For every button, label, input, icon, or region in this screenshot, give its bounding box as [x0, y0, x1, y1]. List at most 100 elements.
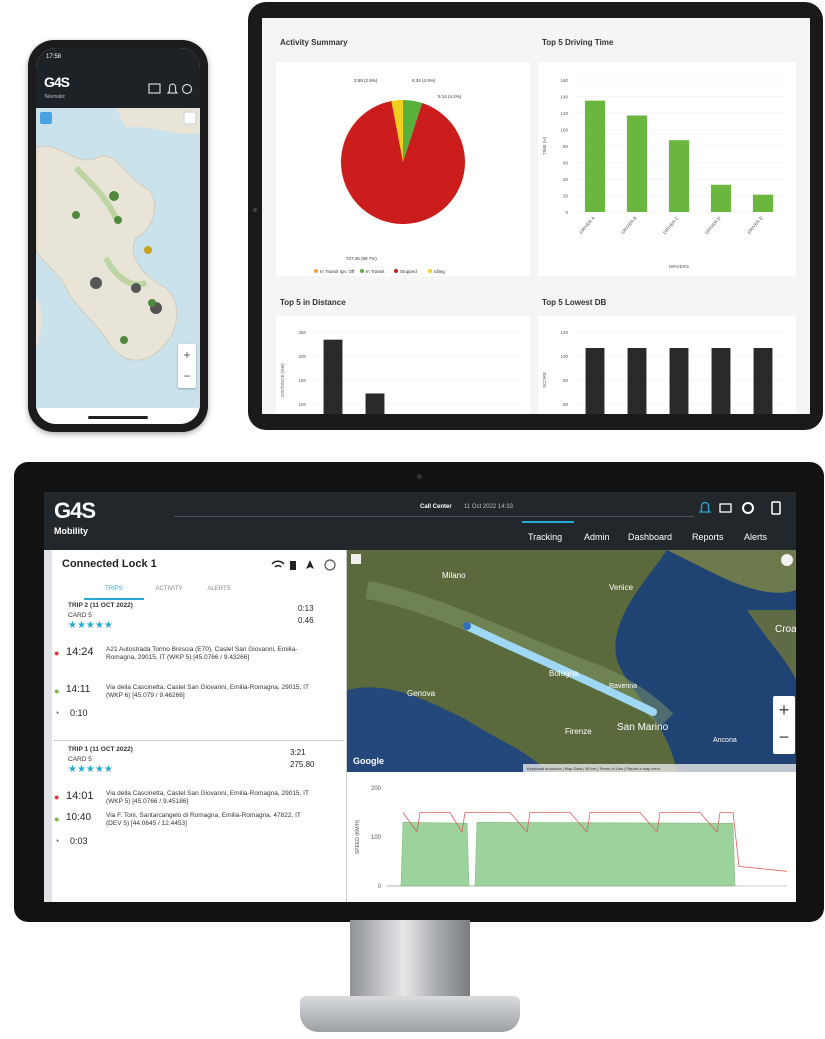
- bar: [626, 115, 648, 212]
- trip-divider: [54, 740, 344, 741]
- end-pin-icon: ●: [54, 686, 60, 696]
- trip-end-address: Via della Cascinetta, Castel San Giovann…: [106, 684, 309, 699]
- phone-map-marker[interactable]: [72, 211, 80, 219]
- map-zoom-in-button[interactable]: +: [773, 696, 795, 724]
- y-tick-label: 120: [560, 111, 568, 116]
- center-title: Call Center: [420, 504, 452, 510]
- bar: [752, 194, 774, 212]
- phone-zoom-control: + −: [178, 344, 196, 388]
- bar: [753, 348, 773, 414]
- start-pin-icon: ●: [54, 792, 60, 802]
- monitor-stand-neck: [350, 920, 470, 1000]
- y-axis-label: TIME (H): [542, 136, 547, 155]
- x-axis-label: DRIVERS: [669, 264, 689, 269]
- x-tick-label: DRIVER C: [662, 215, 680, 235]
- map-layer-button[interactable]: [351, 554, 361, 564]
- y-tick-label: 200: [371, 786, 382, 792]
- map-label-milan: Milano: [442, 571, 466, 580]
- bar: [323, 339, 343, 414]
- phone-map-marker[interactable]: [120, 336, 128, 344]
- gear-icon: [742, 502, 754, 514]
- device-panel: Connected Lock 1 TRIPS ACTIVITY ALERTS T…: [44, 550, 347, 902]
- nav-admin[interactable]: Admin: [584, 532, 610, 542]
- legend-label: In Transit Ign. Off: [320, 269, 355, 274]
- center-date: 11 Oct 2022 14:33: [464, 504, 513, 510]
- legend-marker: [428, 269, 432, 273]
- nav-reports[interactable]: Reports: [692, 532, 724, 542]
- activity-summary-chart: 3:59 (2.9%) 5:34 (4.9%) 5:14 (4.2%) 727:46 …: [314, 78, 465, 274]
- start-pin-icon: ●: [54, 648, 60, 658]
- tab-activity[interactable]: ACTIVITY: [144, 580, 194, 598]
- phone-status-bar: 17:58: [36, 48, 200, 68]
- trip-map[interactable]: Milano Venice Genova Bologna Firenze San…: [347, 550, 796, 772]
- device-status-icons: [271, 559, 336, 571]
- phone-map-marker[interactable]: [114, 216, 122, 224]
- y-tick-label: 100: [371, 835, 382, 841]
- end-pin-icon: ●: [54, 814, 60, 824]
- map-zoom-out-button[interactable]: −: [773, 724, 795, 750]
- phone-layers-button[interactable]: [40, 112, 52, 124]
- bell-icon: [698, 501, 712, 513]
- x-tick-label: DRIVER E: [746, 215, 763, 235]
- app-logo: G4S: [54, 498, 96, 523]
- trip-card[interactable]: TRIP 2 (11 OCT 2022) CARD 5 ★★★★★ 0:13 0…: [54, 602, 344, 740]
- map-label-bologna: Bologna: [549, 669, 579, 678]
- phone-home-indicator-area: [36, 408, 200, 424]
- phone-map-marker[interactable]: [148, 299, 156, 307]
- trip-end-time: 14:11: [66, 684, 91, 695]
- clock-icon: ◔: [54, 836, 60, 846]
- bar: [585, 348, 605, 414]
- phone-map-canvas[interactable]: [36, 108, 200, 408]
- tablet-device: Activity Summary Top 5 Driving Time Top …: [248, 2, 823, 430]
- desktop-monitor: G4S Mobility Call Center 11 Oct 2022 14:…: [14, 462, 824, 922]
- close-icon: [324, 559, 336, 571]
- device-title: Connected Lock 1: [62, 558, 157, 570]
- map-label-croatia: Croa: [775, 624, 796, 635]
- phone-app-header: G4S Telematic: [36, 68, 200, 108]
- phone-map-marker[interactable]: [109, 191, 119, 201]
- phone-map-marker[interactable]: [144, 246, 152, 254]
- pie-data-label: 5:14 (4.2%): [438, 94, 462, 99]
- trip-map-canvas[interactable]: Milano Venice Genova Bologna Firenze San…: [347, 550, 796, 772]
- trip-elapsed: 0:03: [70, 836, 88, 846]
- trip-start-address: A21 Autostrada Torino Brescia (E70), Cas…: [106, 646, 298, 661]
- phone-logo-subtitle: Telematic: [44, 94, 66, 100]
- map-label-san-marino: San Marino: [617, 722, 669, 733]
- phone-zoom-out-button[interactable]: −: [178, 366, 196, 386]
- phone-status-time: 17:58: [46, 54, 62, 60]
- map-label-ravenna: Ravenna: [609, 683, 637, 690]
- monitor-camera: [417, 474, 422, 479]
- tab-trips[interactable]: TRIPS: [84, 580, 144, 600]
- phone-fullscreen-button[interactable]: [183, 111, 197, 125]
- trip-card[interactable]: TRIP 1 (11 OCT 2022) CARD 5 ★★★★★ 3:21 2…: [54, 746, 344, 896]
- pie-data-label: 5:34 (4.9%): [412, 78, 436, 83]
- x-tick-label: DRIVER A: [578, 215, 595, 234]
- nav-tracking[interactable]: Tracking: [528, 532, 562, 542]
- speed-area: [387, 821, 736, 887]
- legend-label: In Transit: [366, 269, 385, 274]
- phone-zoom-in-button[interactable]: +: [178, 344, 196, 366]
- x-tick-label: DRIVER D: [704, 215, 722, 235]
- phone-map-marker[interactable]: [131, 283, 141, 293]
- map-fullscreen-button[interactable]: [781, 554, 793, 566]
- clock-icon: ◔: [54, 708, 60, 718]
- y-tick-label: 100: [560, 128, 568, 133]
- phone-map[interactable]: + −: [36, 108, 200, 408]
- y-tick-label: 60: [563, 402, 569, 407]
- y-tick-label: 140: [560, 95, 568, 100]
- trip-end-address: Via F. Toni, Santarcangelo di Romagna, E…: [106, 812, 301, 827]
- trip-rating: ★★★★★: [68, 620, 113, 631]
- phone-map-marker[interactable]: [90, 277, 102, 289]
- driving-time-title: Top 5 Driving Time: [542, 38, 614, 47]
- trip-title: TRIP 2 (11 OCT 2022): [68, 602, 133, 609]
- nav-alerts[interactable]: Alerts: [744, 532, 767, 542]
- nav-dashboard[interactable]: Dashboard: [628, 532, 672, 542]
- tab-alerts[interactable]: ALERTS: [194, 580, 244, 598]
- activity-summary-panel: 3:59 (2.9%) 5:34 (4.9%) 5:14 (4.2%) 727:46 …: [276, 62, 530, 276]
- y-tick-label: 80: [563, 378, 569, 383]
- driving-time-panel: 160 140 120 100 80 60 40 20 0 TIME (H) DRIVER A DRI…: [538, 62, 796, 276]
- map-label-ancona: Ancona: [713, 737, 737, 744]
- map-icon: [148, 83, 161, 94]
- trip-title: TRIP 1 (11 OCT 2022): [68, 746, 133, 753]
- trip-rating: ★★★★★: [68, 764, 113, 775]
